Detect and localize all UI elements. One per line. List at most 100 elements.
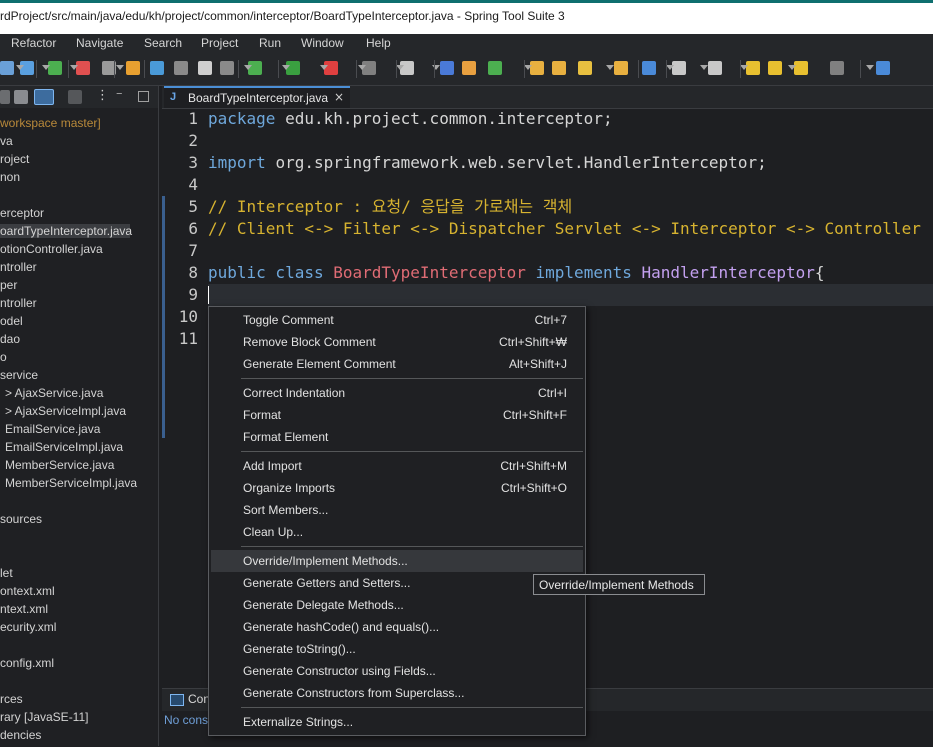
menu-item-toggle-comment[interactable]: Toggle Comment Ctrl+7: [211, 309, 583, 331]
menu-item-remove-block-comment[interactable]: Remove Block Comment Ctrl+Shift+₩: [211, 331, 583, 353]
menu-item-correct-indentation[interactable]: Correct Indentation Ctrl+I: [211, 382, 583, 404]
annotation-icon[interactable]: [672, 61, 686, 75]
open-perspective-icon[interactable]: [614, 61, 628, 75]
tree-item[interactable]: rces: [0, 692, 23, 706]
menu-item-format-element[interactable]: Format Element: [211, 426, 583, 448]
menu-item-externalize-strings[interactable]: Externalize Strings...: [211, 711, 583, 733]
dropdown-arrow-icon[interactable]: [524, 65, 532, 70]
tree-item[interactable]: EmailService.java: [5, 422, 100, 436]
link-with-editor-icon[interactable]: [34, 89, 54, 105]
menu-item-format[interactable]: Format Ctrl+Shift+F: [211, 404, 583, 426]
dropdown-arrow-icon[interactable]: [244, 65, 252, 70]
close-tab-icon[interactable]: ×: [334, 90, 344, 104]
editor-tab[interactable]: J BoardTypeInterceptor.java ×: [164, 86, 350, 108]
search-icon[interactable]: [578, 61, 592, 75]
menu-item-organize-imports[interactable]: Organize Imports Ctrl+Shift+O: [211, 477, 583, 499]
tree-item[interactable]: o: [0, 350, 7, 364]
menu-refactor[interactable]: Refactor: [11, 36, 56, 50]
menu-item-generate-constructors-from-superclass[interactable]: Generate Constructors from Superclass...: [211, 682, 583, 704]
tree-item[interactable]: per: [0, 278, 17, 292]
tree-item[interactable]: ntroller: [0, 260, 37, 274]
menu-navigate[interactable]: Navigate: [76, 36, 123, 50]
menu-item-generate-tostring[interactable]: Generate toString()...: [211, 638, 583, 660]
dropdown-arrow-icon[interactable]: [358, 65, 366, 70]
menu-item-sort-members[interactable]: Sort Members...: [211, 499, 583, 521]
menu-item-generate-element-comment[interactable]: Generate Element Comment Alt+Shift+J: [211, 353, 583, 375]
focus-icon[interactable]: [68, 90, 82, 104]
tree-item[interactable]: roject: [0, 152, 29, 166]
dropdown-arrow-icon[interactable]: [396, 65, 404, 70]
dropdown-arrow-icon[interactable]: [116, 65, 124, 70]
menu-item-override-implement-methods[interactable]: Override/Implement Methods...: [211, 550, 583, 572]
tree-item[interactable]: MemberServiceImpl.java: [5, 476, 137, 490]
build-icon[interactable]: [48, 61, 62, 75]
dropdown-arrow-icon[interactable]: [320, 65, 328, 70]
menu-item-generate-hashcode-and-equals[interactable]: Generate hashCode() and equals()...: [211, 616, 583, 638]
block-select-icon[interactable]: [220, 61, 234, 75]
step-icon[interactable]: [150, 61, 164, 75]
menu-item-generate-delegate-methods[interactable]: Generate Delegate Methods...: [211, 594, 583, 616]
menu-item-add-import[interactable]: Add Import Ctrl+Shift+M: [211, 455, 583, 477]
next-edit-icon[interactable]: [768, 61, 782, 75]
new-class-icon[interactable]: [488, 61, 502, 75]
dropdown-arrow-icon[interactable]: [788, 65, 796, 70]
back-icon[interactable]: [794, 61, 808, 75]
tree-item[interactable]: oardTypeInterceptor.java: [0, 224, 132, 238]
menu-item-generate-getters-and-setters[interactable]: Generate Getters and Setters...: [211, 572, 583, 594]
maximize-icon[interactable]: [138, 91, 149, 102]
menu-help[interactable]: Help: [366, 36, 391, 50]
dropdown-arrow-icon[interactable]: [700, 65, 708, 70]
collapse-icon[interactable]: [0, 90, 10, 104]
new-java-project-icon[interactable]: [440, 61, 454, 75]
next-annotation-icon[interactable]: [708, 61, 722, 75]
tree-item[interactable]: service: [0, 368, 38, 382]
dropdown-arrow-icon[interactable]: [70, 65, 78, 70]
globe-icon[interactable]: [642, 61, 656, 75]
menu-item-clean-up[interactable]: Clean Up...: [211, 521, 583, 543]
edit-icon[interactable]: [126, 61, 140, 75]
dropdown-arrow-icon[interactable]: [666, 65, 674, 70]
tree-item[interactable]: sources: [0, 512, 42, 526]
tree-item[interactable]: workspace master]: [0, 116, 101, 130]
tree-item[interactable]: ontext.xml: [0, 584, 55, 598]
tree-item[interactable]: dao: [0, 332, 20, 346]
tree-item[interactable]: dencies: [0, 728, 41, 742]
dropdown-arrow-icon[interactable]: [282, 65, 290, 70]
perspective-icon[interactable]: [876, 61, 890, 75]
menu-search[interactable]: Search: [144, 36, 182, 50]
tree-item[interactable]: ntroller: [0, 296, 37, 310]
tree-item[interactable]: erceptor: [0, 206, 44, 220]
tree-item[interactable]: > AjaxService.java: [5, 386, 103, 400]
tree-item[interactable]: let: [0, 566, 13, 580]
tree-item[interactable]: ntext.xml: [0, 602, 48, 616]
view-menu-icon[interactable]: ⋮: [96, 88, 109, 103]
console-tab-label[interactable]: Con: [188, 692, 210, 706]
new-window-icon[interactable]: [14, 90, 28, 104]
frame-icon[interactable]: [174, 61, 188, 75]
tree-item[interactable]: config.xml: [0, 656, 54, 670]
minimize-icon[interactable]: –: [116, 86, 123, 101]
open-task-icon[interactable]: [552, 61, 566, 75]
tree-item[interactable]: odel: [0, 314, 23, 328]
dropdown-arrow-icon[interactable]: [740, 65, 748, 70]
dropdown-arrow-icon[interactable]: [866, 65, 874, 70]
forward-icon[interactable]: [830, 61, 844, 75]
open-type-icon[interactable]: [530, 61, 544, 75]
tree-item[interactable]: MemberService.java: [5, 458, 114, 472]
menu-run[interactable]: Run: [259, 36, 281, 50]
new-package-icon[interactable]: [462, 61, 476, 75]
tree-item[interactable]: non: [0, 170, 20, 184]
dropdown-arrow-icon[interactable]: [16, 65, 24, 70]
skip-breakpoints-icon[interactable]: [76, 61, 90, 75]
menu-project[interactable]: Project: [201, 36, 238, 50]
menu-item-generate-constructor-using-fields[interactable]: Generate Constructor using Fields...: [211, 660, 583, 682]
tree-item[interactable]: va: [0, 134, 13, 148]
tree-item[interactable]: EmailServiceImpl.java: [5, 440, 123, 454]
menu-window[interactable]: Window: [301, 36, 344, 50]
tree-item[interactable]: > AjaxServiceImpl.java: [5, 404, 126, 418]
dropdown-arrow-icon[interactable]: [606, 65, 614, 70]
dropdown-arrow-icon[interactable]: [42, 65, 50, 70]
prev-edit-icon[interactable]: [746, 61, 760, 75]
tree-item[interactable]: ecurity.xml: [0, 620, 56, 634]
run-config-icon[interactable]: [0, 61, 14, 75]
